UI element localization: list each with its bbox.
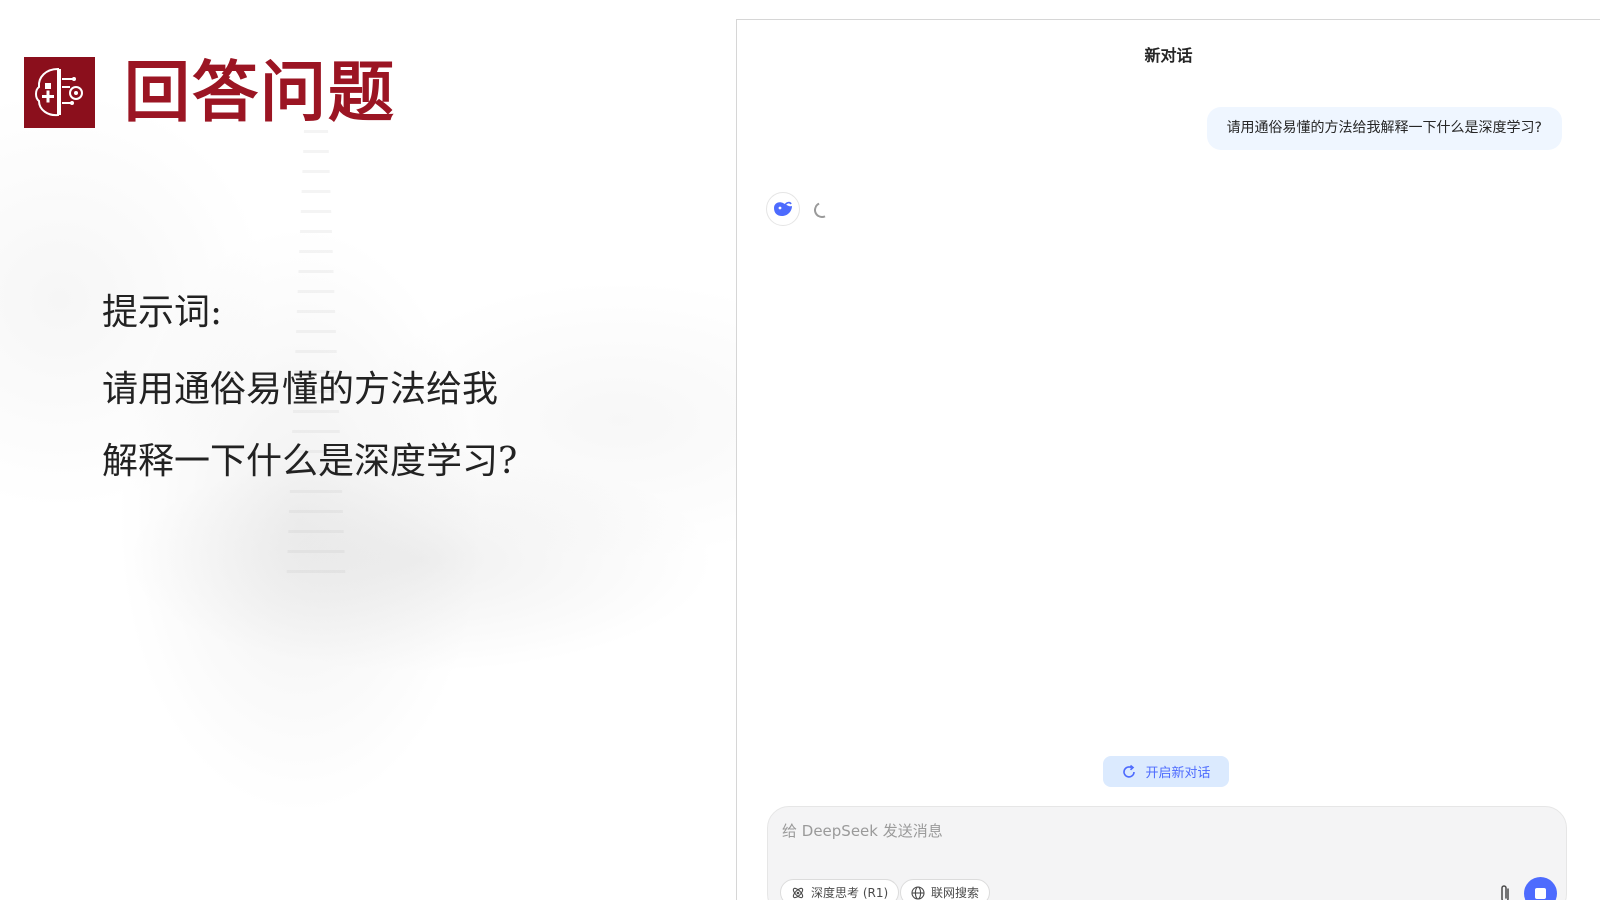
- slide-title: 回答问题: [124, 53, 396, 131]
- stop-button[interactable]: [1524, 877, 1557, 900]
- prompt-label: 提示词:: [102, 292, 223, 333]
- prompt-text: 请用通俗易懂的方法给我解释一下什么是深度学习?: [102, 369, 518, 482]
- chat-panel: 新对话 请用通俗易懂的方法给我解释一下什么是深度学习? 开启新对话 深度思考 (…: [736, 19, 1600, 900]
- new-chat-label: 开启新对话: [1145, 766, 1211, 781]
- atom-icon: [792, 887, 804, 898]
- paperclip-icon[interactable]: [1494, 881, 1516, 900]
- new-chat-button[interactable]: 开启新对话: [1103, 756, 1229, 787]
- deep-think-toggle[interactable]: 深度思考 (R1): [780, 879, 900, 900]
- web-search-label: 联网搜索: [931, 886, 980, 900]
- stop-icon: [1535, 888, 1546, 899]
- brain-gear-icon: [24, 57, 95, 128]
- globe-icon: [911, 885, 925, 900]
- refresh-chat-icon: [1123, 764, 1136, 778]
- message-input[interactable]: [782, 819, 1482, 843]
- slide-panel: 回答问题 提示词: 请用通俗易懂的方法给我解释一下什么是深度学习?: [0, 0, 736, 900]
- loading-spinner-icon: [811, 199, 833, 221]
- chat-title: 新对话: [1144, 46, 1193, 65]
- message-composer: 深度思考 (R1) 联网搜索: [767, 806, 1567, 900]
- web-search-toggle[interactable]: 联网搜索: [900, 879, 991, 900]
- user-message: 请用通俗易懂的方法给我解释一下什么是深度学习?: [1206, 107, 1562, 150]
- deep-think-label: 深度思考 (R1): [811, 886, 889, 900]
- whale-icon: [766, 192, 800, 226]
